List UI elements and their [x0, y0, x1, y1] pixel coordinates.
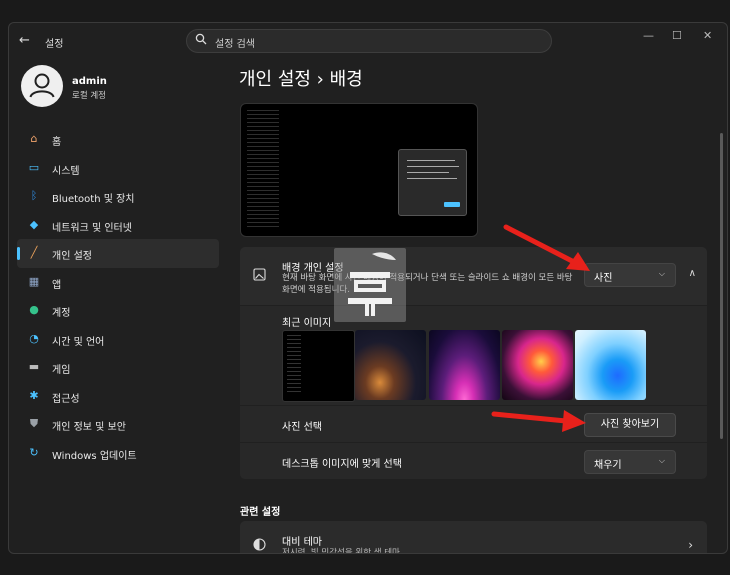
globe-clock-icon: ◔	[29, 331, 39, 345]
person-icon: ●	[29, 303, 39, 316]
brush-icon: ╱	[30, 246, 38, 259]
fit-label: 데스크톱 이미지에 맞게 선택	[282, 459, 402, 470]
sidebar-item-label: 시간 및 언어	[52, 336, 105, 348]
sidebar-item[interactable]: ◔ 시간 및 언어	[17, 325, 219, 354]
preview-terminal-text	[247, 110, 279, 228]
background-type-dropdown[interactable]: 사진 ⌵	[584, 263, 676, 287]
contrast-theme-card[interactable]: 대비 테마 저시력, 빛 민감성을 위한 색 테마 ›	[240, 521, 707, 554]
related-settings-heading: 관련 설정	[240, 507, 281, 518]
sidebar-item[interactable]: ↻ Windows 업데이트	[17, 439, 219, 468]
fit-value: 채우기	[594, 460, 622, 471]
search-icon	[195, 33, 207, 45]
sidebar-item[interactable]: ╱ 개인 설정	[17, 239, 219, 268]
app-title: 설정	[45, 39, 64, 50]
chevron-down-icon: ⌵	[658, 456, 665, 465]
recent-image-3[interactable]	[429, 330, 500, 400]
avatar	[21, 65, 63, 107]
sidebar-item[interactable]: ⌂ 홈	[17, 125, 219, 154]
watermark	[334, 248, 406, 322]
sidebar-item[interactable]: ▦ 앱	[17, 268, 219, 297]
page-title: 개인 설정 › 배경	[239, 69, 363, 90]
background-setting-card[interactable]: 배경 개인 설정 현재 바탕 화면에 사진 배경이 적용되거나 단색 또는 슬라…	[240, 247, 707, 305]
sidebar-item[interactable]: ✱ 접근성	[17, 382, 219, 411]
sidebar-nav: ⌂ 홈 ▭ 시스템 ᛒ Bluetooth 및 장치 ◆ 네트워크 및 인터넷 ╱ 개인 설정 ▦ 앱…	[17, 125, 219, 467]
contrast-icon	[253, 538, 266, 551]
account-type: 로컬 계정	[72, 91, 106, 101]
sidebar-item-label: Windows 업데이트	[52, 450, 137, 462]
chevron-up-icon[interactable]: ∧	[689, 268, 696, 279]
bluetooth-icon: ᛒ	[30, 189, 38, 202]
wifi-icon: ◆	[29, 217, 39, 231]
fit-dropdown[interactable]: 채우기 ⌵	[584, 450, 676, 474]
sidebar-item-label: 네트워크 및 인터넷	[52, 222, 132, 234]
update-icon: ↻	[29, 445, 39, 459]
sidebar-item[interactable]: ᛒ Bluetooth 및 장치	[17, 182, 219, 211]
recent-image-1[interactable]	[282, 330, 355, 402]
gamepad-icon: ▬	[28, 360, 40, 373]
contrast-theme-subtitle: 저시력, 빛 민감성을 위한 색 테마	[282, 548, 400, 554]
chevron-down-icon: ⌵	[658, 269, 665, 278]
chevron-right-icon: ›	[688, 538, 693, 552]
monitor-icon: ▭	[28, 160, 40, 174]
recent-images-card: 최근 이미지	[240, 306, 707, 405]
sidebar-item-label: 접근성	[52, 393, 80, 405]
sidebar-item[interactable]: ● 계정	[17, 296, 219, 325]
sidebar-item[interactable]: ▬ 게임	[17, 353, 219, 382]
sidebar-item-label: 게임	[52, 365, 71, 376]
person-icon	[29, 73, 55, 98]
sidebar-item-label: 개인 설정	[52, 251, 92, 262]
annotation-arrow-icon	[503, 224, 590, 271]
user-name: admin	[72, 76, 107, 87]
recent-image-5[interactable]	[575, 330, 646, 400]
choose-photo-label: 사진 선택	[282, 422, 322, 433]
sidebar-item-label: 앱	[52, 279, 62, 291]
choose-photo-row: 사진 선택 사진 찾아보기	[240, 406, 707, 442]
sidebar-item-label: Bluetooth 및 장치	[52, 194, 135, 205]
sidebar-item-label: 홈	[52, 137, 62, 148]
sidebar-item-label: 개인 정보 및 보안	[52, 422, 126, 433]
desktop-preview	[240, 103, 478, 237]
annotation-arrow-icon	[491, 410, 586, 432]
fit-row: 데스크톱 이미지에 맞게 선택 채우기 ⌵	[240, 443, 707, 479]
minimize-icon[interactable]: —	[643, 29, 654, 42]
watermark-logo-icon	[348, 252, 396, 316]
home-icon: ⌂	[30, 132, 38, 145]
main-content: 개인 설정 › 배경 배경 개인 설정 현재 바탕 화면에 사진 배경이 적용되…	[227, 53, 727, 553]
sidebar-item-label: 계정	[52, 308, 71, 319]
recent-images-label: 최근 이미지	[282, 318, 332, 329]
sidebar-item[interactable]: ▭ 시스템	[17, 154, 219, 183]
recent-image-4[interactable]	[502, 330, 573, 400]
sidebar-item-label: 시스템	[52, 165, 80, 177]
browse-photos-button[interactable]: 사진 찾아보기	[584, 413, 676, 437]
search-box[interactable]: 설정 검색	[186, 29, 552, 53]
sidebar-item[interactable]: ⛊ 개인 정보 및 보안	[17, 410, 219, 439]
preview-dialog	[398, 149, 467, 216]
back-arrow-icon[interactable]: ←	[19, 33, 30, 48]
background-type-value: 사진	[594, 273, 613, 284]
search-placeholder: 설정 검색	[215, 39, 255, 50]
accessibility-icon: ✱	[29, 388, 39, 402]
shield-icon: ⛊	[29, 417, 39, 430]
image-icon	[253, 268, 266, 281]
sidebar-item[interactable]: ◆ 네트워크 및 인터넷	[17, 211, 219, 240]
recent-image-2[interactable]	[355, 330, 426, 400]
scrollbar[interactable]	[720, 133, 723, 439]
apps-icon: ▦	[28, 274, 40, 288]
close-icon[interactable]: ✕	[703, 29, 712, 42]
maximize-icon[interactable]: ☐	[672, 29, 682, 42]
